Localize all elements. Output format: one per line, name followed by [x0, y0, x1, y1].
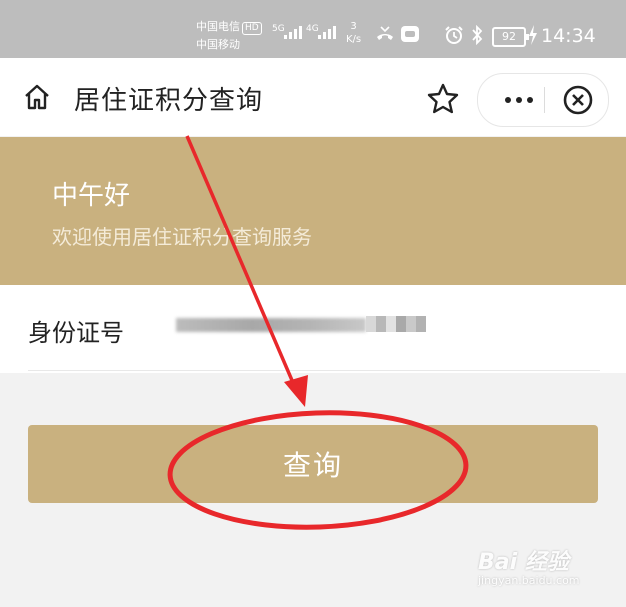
id-number-input[interactable] — [176, 315, 430, 339]
missed-call-icon — [377, 26, 393, 40]
alarm-icon — [445, 26, 463, 44]
more-icon[interactable] — [494, 74, 544, 126]
greeting-text: 中午好 — [52, 181, 131, 211]
watermark-url: jingyan.baidu.com — [478, 574, 580, 587]
signal-2-icon — [318, 26, 336, 39]
welcome-banner: 中午好 欢迎使用居住证积分查询服务 — [0, 137, 626, 285]
welcome-text: 欢迎使用居住证积分查询服务 — [52, 225, 312, 249]
star-icon[interactable] — [422, 78, 464, 120]
close-circle-icon[interactable] — [562, 84, 594, 116]
network-speed-unit: K/s — [346, 34, 362, 45]
page-title: 居住证积分查询 — [74, 86, 264, 116]
battery-indicator: 92 — [492, 27, 529, 47]
carrier-info: 中国电信 HD 中国移动 — [196, 18, 262, 54]
capsule-divider — [544, 87, 545, 113]
status-bar: 中国电信 HD 中国移动 5G 4G 3 K/s 92 14:34 — [0, 0, 626, 58]
hd-badge: HD — [242, 22, 262, 35]
charging-icon — [529, 25, 537, 45]
carrier-1-name: 中国电信 — [196, 20, 240, 33]
input-underline — [28, 370, 600, 371]
mini-program-title-bar: 居住证积分查询 — [0, 58, 626, 136]
baidu-jingyan-watermark: Bai 经验 jingyan.baidu.com — [478, 544, 580, 587]
bluetooth-icon — [472, 25, 483, 45]
app-notification-icon — [401, 26, 419, 42]
carrier-2-name: 中国移动 — [196, 38, 240, 51]
home-icon[interactable] — [22, 82, 52, 112]
watermark-brand: Bai 经验 — [478, 550, 569, 575]
query-button[interactable]: 查询 — [28, 425, 598, 503]
signal-1-icon — [284, 26, 302, 39]
network-1-label: 5G — [272, 24, 285, 34]
id-number-row: 身份证号 — [0, 285, 626, 373]
network-speed: 3 K/s — [346, 20, 361, 46]
status-time: 14:34 — [541, 25, 596, 47]
annotation-arrow-head — [284, 375, 308, 407]
capsule-menu — [477, 73, 609, 127]
network-2-label: 4G — [306, 24, 319, 34]
id-number-label: 身份证号 — [28, 319, 124, 347]
network-speed-value: 3 — [350, 21, 357, 32]
